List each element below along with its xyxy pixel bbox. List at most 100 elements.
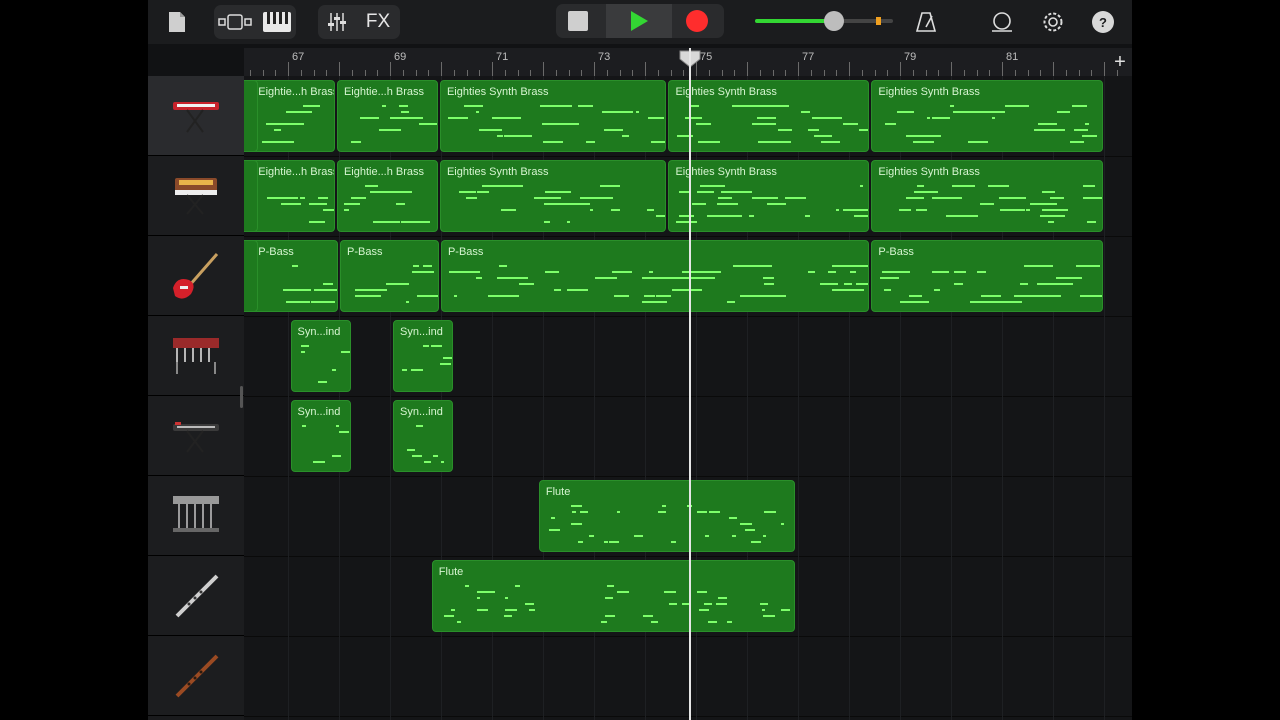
metronome-button[interactable] (914, 6, 938, 38)
midi-note (405, 301, 409, 303)
midi-region[interactable]: Eighties Synth Brass (439, 80, 667, 152)
midi-note (708, 621, 712, 623)
track-header[interactable] (148, 396, 244, 476)
fx-button[interactable]: FX (360, 6, 396, 38)
garageband-window: FX ? 67 69 71 73 75 77 79 81 + Eightie..… (148, 0, 1132, 720)
midi-region[interactable]: P-Bass (871, 240, 1103, 312)
loop-icon (992, 12, 1012, 32)
help-button[interactable]: ? (1092, 11, 1114, 33)
midi-note (979, 203, 994, 205)
midi-region[interactable]: Eighties Synth Brass (871, 80, 1103, 152)
midi-note (350, 141, 361, 143)
midi-note (323, 209, 334, 211)
instrument-view-button[interactable] (260, 6, 294, 38)
midi-note (685, 117, 702, 119)
resize-handle[interactable] (240, 386, 243, 408)
midi-note (621, 135, 629, 137)
track-lane[interactable] (244, 316, 1132, 397)
midi-note (411, 455, 422, 457)
midi-region[interactable]: Syn...ind (290, 400, 352, 472)
loop-browser-button[interactable] (990, 6, 1014, 38)
midi-region[interactable]: Eighties Synth Brass (871, 160, 1103, 232)
midi-note (814, 135, 833, 137)
midi-note (599, 197, 603, 199)
midi-region[interactable]: P-Bass (251, 240, 338, 312)
midi-note (601, 621, 608, 623)
midi-note (400, 203, 406, 205)
master-volume-slider[interactable] (824, 11, 844, 31)
track-header[interactable] (148, 476, 244, 556)
midi-note (1042, 191, 1056, 193)
track-lane[interactable] (244, 636, 1132, 717)
flute-icon (175, 574, 219, 618)
tracks-area[interactable]: Eightie...h Brass Eightie...h Brass Eighti… (244, 76, 1132, 720)
track-header[interactable] (148, 156, 244, 236)
midi-note (416, 425, 424, 427)
track-header[interactable] (148, 316, 244, 396)
midi-note (827, 271, 836, 273)
midi-region[interactable]: Eightie...h Brass (336, 80, 438, 152)
midi-note (360, 117, 380, 119)
play-button[interactable] (606, 4, 672, 38)
midi-note (784, 197, 806, 199)
midi-note (778, 129, 793, 131)
track-header[interactable] (148, 636, 244, 716)
playhead[interactable] (689, 48, 691, 720)
midi-region[interactable]: P-Bass (340, 240, 439, 312)
midi-note (999, 209, 1023, 211)
midi-region[interactable]: Eighties Synth Brass (668, 80, 870, 152)
midi-note (705, 609, 710, 611)
midi-note (351, 197, 367, 199)
midi-note (476, 277, 483, 279)
midi-region[interactable]: P-Bass (440, 240, 870, 312)
track-lane[interactable] (244, 396, 1132, 477)
midi-note (843, 209, 869, 211)
midi-note (650, 141, 666, 143)
midi-note (484, 591, 495, 593)
midi-region[interactable]: Eighties Synth Brass (668, 160, 870, 232)
midi-note (553, 289, 561, 291)
midi-note (647, 117, 664, 119)
midi-region[interactable]: Syn...ind (393, 320, 454, 392)
add-section-button[interactable]: + (1110, 52, 1130, 72)
midi-region[interactable]: Syn...ind (290, 320, 352, 392)
midi-note (274, 129, 282, 131)
midi-region-partial[interactable] (244, 240, 258, 312)
midi-note (1030, 203, 1058, 205)
region-name: Syn...ind (400, 326, 443, 338)
mixer-button[interactable] (322, 6, 352, 38)
my-songs-button[interactable] (166, 6, 188, 38)
midi-region[interactable]: Flute (431, 560, 795, 632)
midi-note (432, 455, 438, 457)
midi-note (302, 425, 307, 427)
record-button[interactable] (686, 10, 708, 32)
midi-note (335, 425, 339, 427)
midi-note (430, 345, 442, 347)
settings-button[interactable] (1041, 6, 1065, 38)
track-header[interactable] (148, 236, 244, 316)
midi-note (1021, 209, 1025, 211)
midi-region[interactable]: Eighties Synth Brass (439, 160, 667, 232)
stop-button[interactable] (568, 11, 588, 31)
track-header[interactable] (148, 556, 244, 636)
bar-gridline (1104, 76, 1105, 720)
midi-note (759, 265, 772, 267)
midi-note (984, 111, 1006, 113)
midi-note (608, 541, 619, 543)
midi-region[interactable]: Eightie...h Brass (251, 160, 335, 232)
midi-note (313, 461, 324, 463)
midi-note (292, 265, 299, 267)
midi-region[interactable]: Syn...ind (393, 400, 454, 472)
midi-region-partial[interactable] (244, 80, 258, 152)
midi-region[interactable]: Eightie...h Brass (251, 80, 335, 152)
midi-note (930, 191, 938, 193)
tracks-view-button[interactable] (216, 6, 254, 38)
midi-note (981, 295, 1002, 297)
midi-note (417, 295, 438, 297)
track-header[interactable] (148, 76, 244, 156)
midi-region-partial[interactable] (244, 160, 258, 232)
midi-region[interactable]: Eightie...h Brass (336, 160, 438, 232)
midi-note (331, 455, 341, 457)
midi-note (1052, 295, 1062, 297)
midi-region[interactable]: Flute (538, 480, 795, 552)
